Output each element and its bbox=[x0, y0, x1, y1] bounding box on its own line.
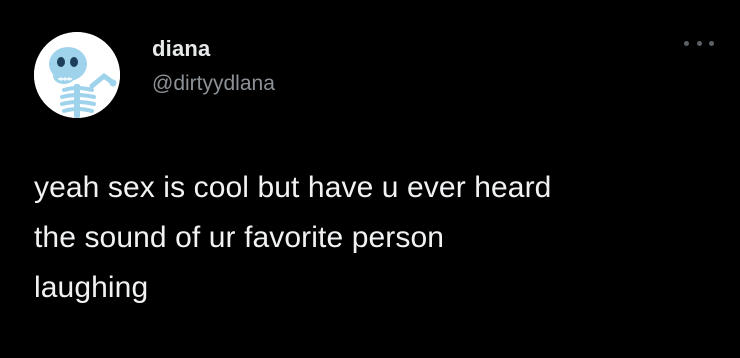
tweet-text-line: laughing bbox=[34, 271, 149, 304]
tweet-text: yeah sex is cool but have u ever heard t… bbox=[34, 163, 714, 313]
dot bbox=[709, 40, 714, 46]
more-dots-icon[interactable] bbox=[684, 36, 714, 50]
tweet-card: diana @dirtyydlana yeah sex is cool but … bbox=[0, 0, 740, 358]
skeleton-avatar-icon bbox=[34, 32, 120, 118]
tweet-text-line: yeah sex is cool but have u ever heard bbox=[34, 171, 552, 204]
avatar[interactable] bbox=[34, 32, 120, 118]
dot bbox=[684, 40, 689, 46]
tweet-text-line: the sound of ur favorite person bbox=[34, 221, 445, 254]
display-name[interactable]: diana bbox=[152, 36, 210, 62]
dot bbox=[696, 40, 702, 46]
user-handle[interactable]: @dirtyydlana bbox=[152, 72, 275, 96]
